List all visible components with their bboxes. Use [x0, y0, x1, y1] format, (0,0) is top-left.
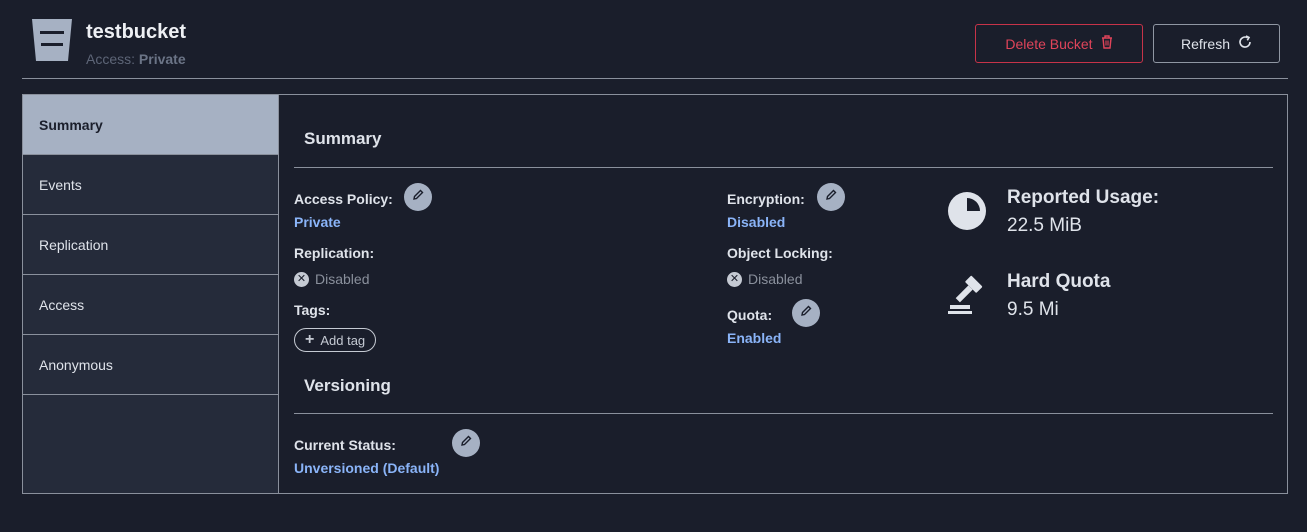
- delete-bucket-button[interactable]: Delete Bucket: [975, 24, 1143, 63]
- replication-value: Disabled: [315, 271, 370, 287]
- object-locking-status: ✕ Disabled: [727, 271, 802, 287]
- edit-encryption-button[interactable]: [817, 183, 845, 211]
- trash-icon: [1101, 35, 1113, 52]
- summary-content: Summary Access Policy: Private Replicati…: [280, 95, 1287, 493]
- sidebar-item-access[interactable]: Access: [23, 275, 278, 335]
- summary-divider: [294, 167, 1273, 168]
- access-policy-value[interactable]: Private: [294, 214, 341, 230]
- edit-quota-button[interactable]: [792, 299, 820, 327]
- delete-bucket-label: Delete Bucket: [1005, 35, 1093, 52]
- versioning-title: Versioning: [304, 376, 391, 395]
- refresh-icon: [1238, 35, 1252, 52]
- sidebar-item-label: Anonymous: [39, 356, 113, 373]
- pencil-icon: [824, 188, 838, 207]
- sidebar-item-anonymous[interactable]: Anonymous: [23, 335, 278, 395]
- page-title: testbucket: [86, 21, 187, 43]
- access-subtitle: Access: Private: [86, 51, 186, 67]
- tags-label: Tags:: [294, 302, 331, 318]
- encryption-label: Encryption:: [727, 191, 805, 207]
- pencil-icon: [411, 188, 425, 207]
- edit-versioning-button[interactable]: [452, 429, 480, 457]
- sidebar: Summary Events Replication Access Anonym…: [23, 95, 279, 493]
- hard-quota-value: 9.5 Mi: [1007, 299, 1059, 320]
- access-value: Private: [138, 51, 186, 67]
- gavel-icon: [947, 275, 987, 322]
- x-circle-icon: ✕: [294, 271, 309, 287]
- pencil-icon: [799, 304, 813, 323]
- access-policy-label: Access Policy:: [294, 191, 393, 207]
- pie-chart-icon: [947, 191, 987, 236]
- current-status-label: Current Status:: [294, 437, 396, 453]
- refresh-button[interactable]: Refresh: [1153, 24, 1280, 63]
- sidebar-item-label: Events: [39, 176, 82, 193]
- plus-icon: +: [305, 331, 315, 348]
- hard-quota-title: Hard Quota: [1007, 271, 1111, 292]
- add-tag-button[interactable]: + Add tag: [294, 328, 377, 352]
- reported-usage-title: Reported Usage:: [1007, 187, 1160, 208]
- sidebar-item-label: Access: [39, 296, 85, 313]
- bucket-header: testbucket Access: Private Delete Bucket…: [22, 0, 1288, 79]
- reported-usage-value: 22.5 MiB: [1007, 215, 1082, 236]
- replication-status: ✕ Disabled: [294, 271, 369, 287]
- access-label: Access:: [86, 51, 136, 67]
- quota-value[interactable]: Enabled: [727, 330, 781, 346]
- versioning-divider: [294, 413, 1273, 414]
- summary-title: Summary: [304, 129, 382, 148]
- quota-label: Quota:: [727, 307, 773, 323]
- object-locking-value: Disabled: [748, 271, 803, 287]
- sidebar-item-label: Summary: [39, 116, 103, 133]
- pencil-icon: [459, 434, 473, 453]
- sidebar-item-label: Replication: [39, 236, 109, 253]
- add-tag-label: Add tag: [320, 332, 366, 348]
- x-circle-icon: ✕: [727, 271, 742, 287]
- sidebar-item-replication[interactable]: Replication: [23, 215, 278, 275]
- refresh-label: Refresh: [1180, 35, 1231, 52]
- object-locking-label: Object Locking:: [727, 245, 833, 261]
- replication-label: Replication:: [294, 245, 375, 261]
- encryption-value[interactable]: Disabled: [727, 214, 785, 230]
- sidebar-item-summary[interactable]: Summary: [23, 95, 278, 155]
- bucket-icon: [30, 17, 74, 63]
- sidebar-item-events[interactable]: Events: [23, 155, 278, 215]
- edit-access-policy-button[interactable]: [404, 183, 432, 211]
- bucket-panel: Summary Events Replication Access Anonym…: [22, 94, 1288, 494]
- current-status-value[interactable]: Unversioned (Default): [294, 460, 439, 476]
